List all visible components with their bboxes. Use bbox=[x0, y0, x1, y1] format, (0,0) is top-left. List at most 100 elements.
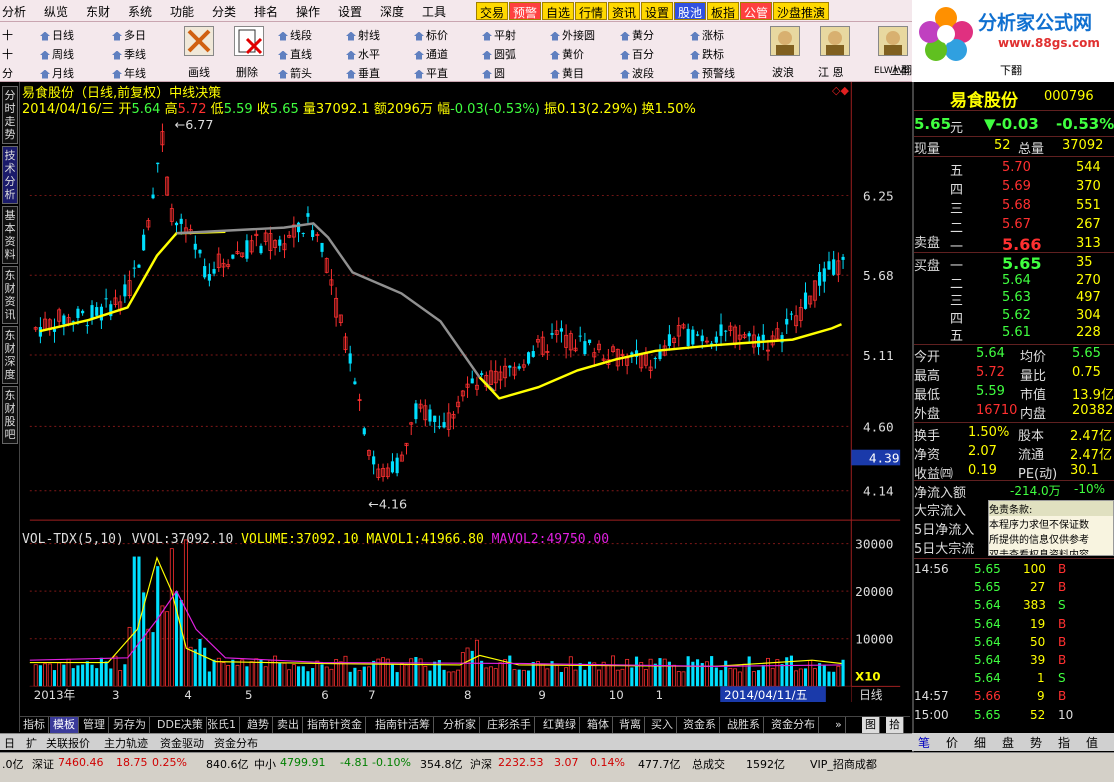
menu-analysis[interactable]: 分析 bbox=[2, 3, 26, 20]
tab-compass-fund[interactable]: 指南针资金 bbox=[304, 717, 366, 733]
tab-book[interactable]: 盘 bbox=[1002, 734, 1014, 751]
tab-indicator[interactable]: 指标 bbox=[20, 717, 49, 733]
tab-dde[interactable]: DDE决策 bbox=[154, 717, 207, 733]
circumcircle-tool[interactable]: 外接圆 bbox=[550, 27, 595, 43]
menu-settings[interactable]: 设置 bbox=[338, 3, 362, 20]
golden-target-tool[interactable]: 黄目 bbox=[550, 65, 584, 81]
ray-tool[interactable]: 射线 bbox=[346, 27, 380, 43]
tab-fund-dist[interactable]: 资金分布 bbox=[768, 717, 819, 733]
nav-news[interactable]: 东财资讯 bbox=[2, 266, 18, 324]
tab-trend[interactable]: 趋势 bbox=[244, 717, 273, 733]
day-button[interactable]: 日 bbox=[4, 735, 15, 751]
nav-forum[interactable]: 东财股吧 bbox=[2, 386, 18, 444]
menu-system[interactable]: 系统 bbox=[128, 3, 152, 20]
menu-tools[interactable]: 工具 bbox=[422, 3, 446, 20]
fund-drive-button[interactable]: 资金驱动 bbox=[160, 735, 204, 751]
down-mark-tool[interactable]: 跌标 bbox=[690, 46, 724, 62]
arc-tool[interactable]: 圆弧 bbox=[482, 46, 516, 62]
tab-zhang[interactable]: 张氏1 bbox=[204, 717, 240, 733]
tab-analyst[interactable]: 分析家 bbox=[440, 717, 480, 733]
volume-bar bbox=[780, 664, 784, 687]
line-tool[interactable]: 直线 bbox=[278, 46, 312, 62]
tab-detail[interactable]: 细 bbox=[974, 734, 986, 751]
tab-sell[interactable]: 卖出 bbox=[274, 717, 303, 733]
tab-value[interactable]: 值 bbox=[1086, 734, 1098, 751]
trade-button[interactable]: 交易 bbox=[476, 2, 509, 20]
settings-button[interactable]: 设置 bbox=[641, 2, 674, 20]
percent-tool[interactable]: 百分 bbox=[620, 46, 654, 62]
wave-avatar-button[interactable] bbox=[770, 26, 800, 56]
expand-button[interactable]: 扩 bbox=[26, 735, 37, 751]
flat-tool[interactable]: 平直 bbox=[414, 65, 448, 81]
tab-box[interactable]: 箱体 bbox=[584, 717, 613, 733]
delete-button[interactable] bbox=[234, 26, 264, 56]
golden-price-tool[interactable]: 黄价 bbox=[550, 46, 584, 62]
disclaimer-box[interactable]: 免责条款: 本程序力求但不保证数 所提供的信息仅供参考 双击查看权息资料内容 bbox=[988, 500, 1114, 556]
tab-template[interactable]: 模板 bbox=[50, 717, 79, 733]
tab-rgy[interactable]: 红黄绿 bbox=[540, 717, 580, 733]
alert-line-tool[interactable]: 预警线 bbox=[690, 65, 735, 81]
watchlist-button[interactable]: 自选 bbox=[542, 2, 575, 20]
tab-fund-system[interactable]: 资金系 bbox=[680, 717, 720, 733]
more-tabs-icon[interactable]: » bbox=[832, 717, 846, 733]
channel-tool[interactable]: 通道 bbox=[414, 46, 448, 62]
index-button[interactable]: 板指 bbox=[707, 2, 740, 20]
chart-next-icon[interactable]: 拾 bbox=[886, 717, 904, 733]
chart-prev-icon[interactable]: 图 bbox=[862, 717, 880, 733]
tab-divergence[interactable]: 背离 bbox=[616, 717, 645, 733]
tab-manage[interactable]: 管理 bbox=[80, 717, 109, 733]
sandbox-button[interactable]: 沙盘推演 bbox=[773, 2, 830, 20]
circle-tool[interactable]: 圆 bbox=[482, 65, 505, 81]
daily-tool[interactable]: 日线 bbox=[40, 27, 74, 43]
menu-overview[interactable]: 纵览 bbox=[44, 3, 68, 20]
stockpool-button[interactable]: 股池 bbox=[674, 2, 707, 20]
nav-depth[interactable]: 东财深度 bbox=[2, 326, 18, 384]
nav-intraday[interactable]: 分时走势 bbox=[2, 86, 18, 144]
tab-buy[interactable]: 买入 bbox=[648, 717, 677, 733]
arrow-tool[interactable]: 箭头 bbox=[278, 65, 312, 81]
tab-trades[interactable]: 笔 bbox=[918, 734, 930, 751]
elwave-avatar-button[interactable] bbox=[878, 26, 908, 56]
tab-price[interactable]: 价 bbox=[946, 734, 958, 751]
quarterly-tool[interactable]: 季线 bbox=[112, 46, 146, 62]
menu-function[interactable]: 功能 bbox=[170, 3, 194, 20]
nav-technical[interactable]: 技术分析 bbox=[2, 146, 18, 204]
nav-fundamentals[interactable]: 基本资料 bbox=[2, 206, 18, 264]
quotes-button[interactable]: 行情 bbox=[575, 2, 608, 20]
menu-ranking[interactable]: 排名 bbox=[254, 3, 278, 20]
tab-save-as[interactable]: 另存为 bbox=[110, 717, 150, 733]
menu-depth[interactable]: 深度 bbox=[380, 3, 404, 20]
kline-chart[interactable]: 6.25 5.68 5.11 4.60 4.14 30000 20000 10000 X10 4.… bbox=[20, 82, 910, 702]
related-quote-button[interactable]: 关联报价 bbox=[46, 735, 90, 751]
news-button[interactable]: 资讯 bbox=[608, 2, 641, 20]
gann-avatar-button[interactable] bbox=[820, 26, 850, 56]
tab-compass-chip[interactable]: 指南针活筹 bbox=[372, 717, 434, 733]
segment-tool[interactable]: 线段 bbox=[278, 27, 312, 43]
multiday-tool[interactable]: 多日 bbox=[112, 27, 146, 43]
flat-ray-tool[interactable]: 平射 bbox=[482, 27, 516, 43]
up-mark-tool[interactable]: 涨标 bbox=[690, 27, 724, 43]
vertical-tool[interactable]: 垂直 bbox=[346, 65, 380, 81]
public-button[interactable]: 公管 bbox=[740, 2, 773, 20]
main-track-button[interactable]: 主力轨迹 bbox=[104, 735, 148, 751]
fund-distribution-button[interactable]: 资金分布 bbox=[214, 735, 258, 751]
menu-operation[interactable]: 操作 bbox=[296, 3, 320, 20]
monthly-tool[interactable]: 月线 bbox=[40, 65, 74, 81]
page-down-button[interactable]: 下翻 bbox=[1000, 62, 1022, 78]
weekly-tool[interactable]: 周线 bbox=[40, 46, 74, 62]
golden-split-tool[interactable]: 黄分 bbox=[620, 27, 654, 43]
tab-index[interactable]: 指 bbox=[1058, 734, 1070, 751]
tab-win-system[interactable]: 战胜系 bbox=[724, 717, 764, 733]
horizontal-tool[interactable]: 水平 bbox=[346, 46, 380, 62]
menu-category[interactable]: 分类 bbox=[212, 3, 236, 20]
yearly-tool[interactable]: 年线 bbox=[112, 65, 146, 81]
divider bbox=[914, 110, 1114, 111]
draw-line-button[interactable] bbox=[184, 26, 214, 56]
alert-button[interactable]: 预警 bbox=[509, 2, 542, 20]
menu-dongcai[interactable]: 东财 bbox=[86, 3, 110, 20]
tab-killer[interactable]: 庄彩杀手 bbox=[484, 717, 535, 733]
wave-band-tool[interactable]: 波段 bbox=[620, 65, 654, 81]
page-up-button[interactable]: 上翻 bbox=[890, 62, 912, 78]
tab-trend[interactable]: 势 bbox=[1030, 734, 1042, 751]
price-mark-tool[interactable]: 标价 bbox=[414, 27, 448, 43]
